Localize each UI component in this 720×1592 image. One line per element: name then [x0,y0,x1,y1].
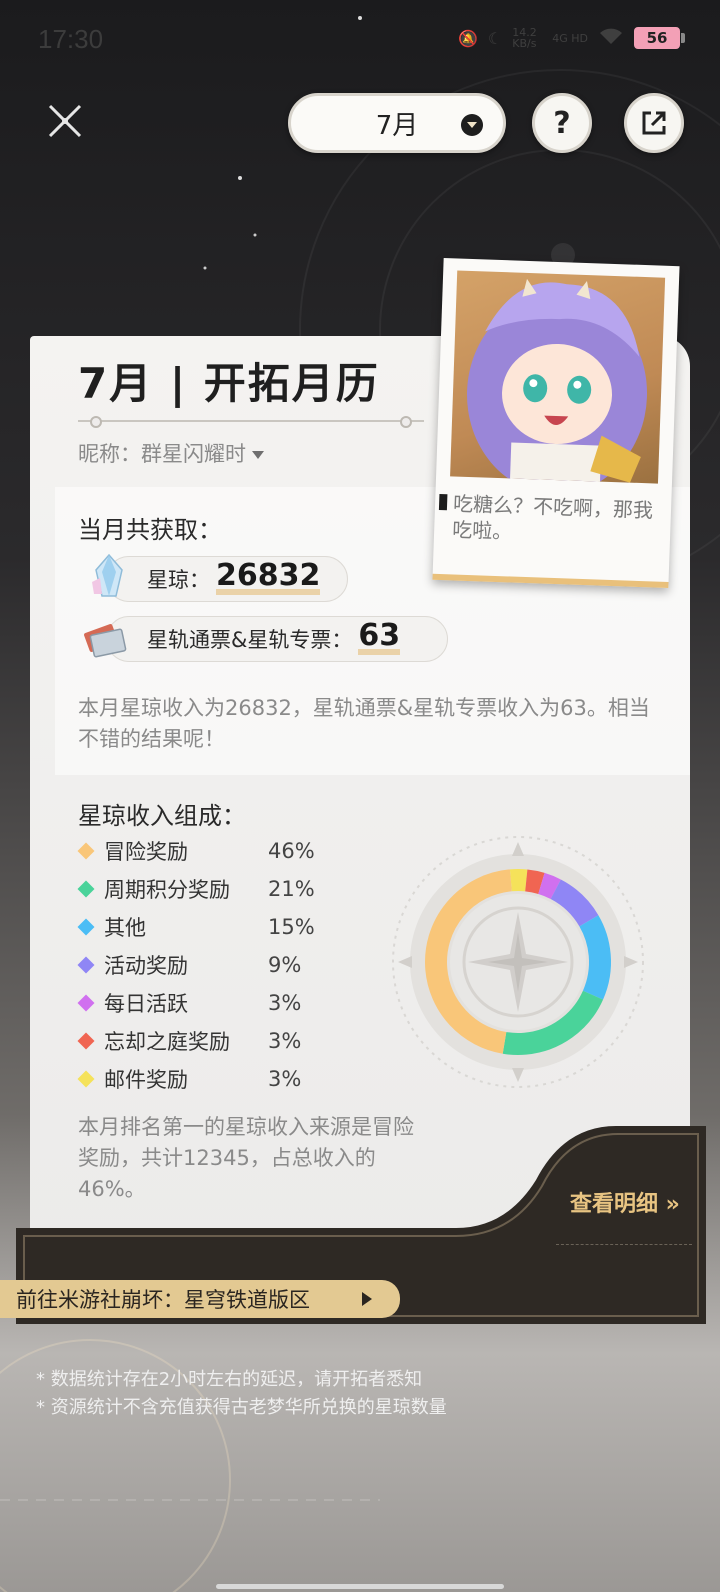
chevron-down-icon [461,114,483,136]
legend-item: 邮件奖励 3% [77,1064,302,1094]
composition-heading: 星琼收入组成： [78,802,246,830]
status-time: 17:30 [38,24,104,54]
nickname-label: 昵称：群星闪耀时 [78,442,246,466]
passes-label: 星轨通票&星轨专票： [147,628,353,652]
close-button[interactable] [44,100,86,142]
stellar-jade-icon [92,553,123,597]
summary-description: 本月星琼收入为26832，星轨通票&星轨专票收入为63。相当不错的结果呢！ [78,696,650,751]
legend-label: 邮件奖励 [104,1068,188,1092]
title-divider [78,416,424,428]
legend-percent: 46% [268,839,315,863]
network-type: 4G HD [552,31,588,45]
wifi-icon [598,26,624,50]
network-speed: 14.2 KB/s [512,26,537,50]
moon-icon: ☾ [487,28,503,48]
month-select[interactable]: 7月 [288,93,506,153]
page-title: 7月 | 开拓月历 [78,359,380,408]
legend-percent: 3% [268,991,302,1015]
close-icon [48,104,82,138]
stellar-jade-pill: 星琼： 26832 [106,556,348,602]
legend-percent: 15% [268,915,315,939]
legend-item: 周期积分奖励 21% [77,874,315,904]
quote-mark [438,493,448,511]
legend-label: 周期积分奖励 [104,878,230,902]
pass-ticket-icon [84,624,127,658]
legend-percent: 3% [268,1067,302,1091]
legend-diamond-icon [77,956,95,974]
passes-value: 63 [358,618,401,655]
view-details-link[interactable]: 查看明细 » [570,1186,680,1218]
legend-diamond-icon [77,842,95,860]
stellar-jade-label: 星琼： [147,568,210,592]
legend-diamond-icon [77,918,95,936]
footnotes: * 数据统计存在2小时左右的延迟，请开拓者悉知 * 资源统计不含充值获得古老梦华… [36,1366,447,1422]
legend-percent: 21% [268,877,315,901]
play-arrow-icon [362,1292,372,1306]
legend-diamond-icon [77,880,95,898]
home-indicator[interactable] [216,1584,504,1589]
character-quote: 吃糖么？不吃啊，那我吃啦。 [451,491,654,544]
legend-label: 活动奖励 [104,954,188,978]
legend-item: 活动奖励 9% [77,950,302,980]
character-card: 吃糖么？不吃啊，那我吃啦。 [432,257,680,589]
legend-label: 其他 [104,916,146,940]
footnote-exclusion: * 资源统计不含充值获得古老梦华所兑换的星琼数量 [36,1397,447,1418]
forum-button-label: 前往米游社崩坏：星穹铁道版区 [16,1288,310,1312]
stellar-jade-value: 26832 [216,558,321,595]
legend-item: 每日活跃 3% [77,988,302,1018]
status-icons: 🔕 ☾ 14.2 KB/s 4G HD 56 [457,26,685,50]
battery-icon: 56 [634,27,685,49]
legend-label: 忘却之庭奖励 [104,1030,230,1054]
legend-diamond-icon [77,994,95,1012]
forum-button[interactable]: 前往米游社崩坏：星穹铁道版区 [0,1280,400,1318]
legend-item: 忘却之庭奖励 3% [77,1026,302,1056]
character-avatar [450,270,666,484]
footnote-delay: * 数据统计存在2小时左右的延迟，请开拓者悉知 [36,1369,423,1390]
help-icon: ? [553,105,571,141]
passes-pill: 星轨通票&星轨专票： 63 [106,616,448,662]
legend-percent: 3% [268,1029,302,1053]
mute-icon: 🔕 [457,28,478,48]
summary-heading: 当月共获取： [78,516,222,544]
help-button[interactable]: ? [532,93,592,153]
share-icon [642,111,666,135]
legend-diamond-icon [77,1032,95,1050]
month-select-value: 7月 [375,110,419,141]
legend-diamond-icon [77,1070,95,1088]
legend-item: 冒险奖励 46% [77,836,315,866]
legend-label: 冒险奖励 [104,840,188,864]
nickname-select[interactable]: 昵称：群星闪耀时 [78,438,264,468]
share-button[interactable] [624,93,684,153]
composition-donut-chart [392,836,644,1088]
legend-item: 其他 15% [77,912,315,942]
detail-divider [556,1244,692,1245]
status-bar: 17:30 🔕 ☾ 14.2 KB/s 4G HD 56 [0,0,720,78]
legend-percent: 9% [268,953,302,977]
caret-down-icon [252,451,264,459]
legend-label: 每日活跃 [104,992,188,1016]
